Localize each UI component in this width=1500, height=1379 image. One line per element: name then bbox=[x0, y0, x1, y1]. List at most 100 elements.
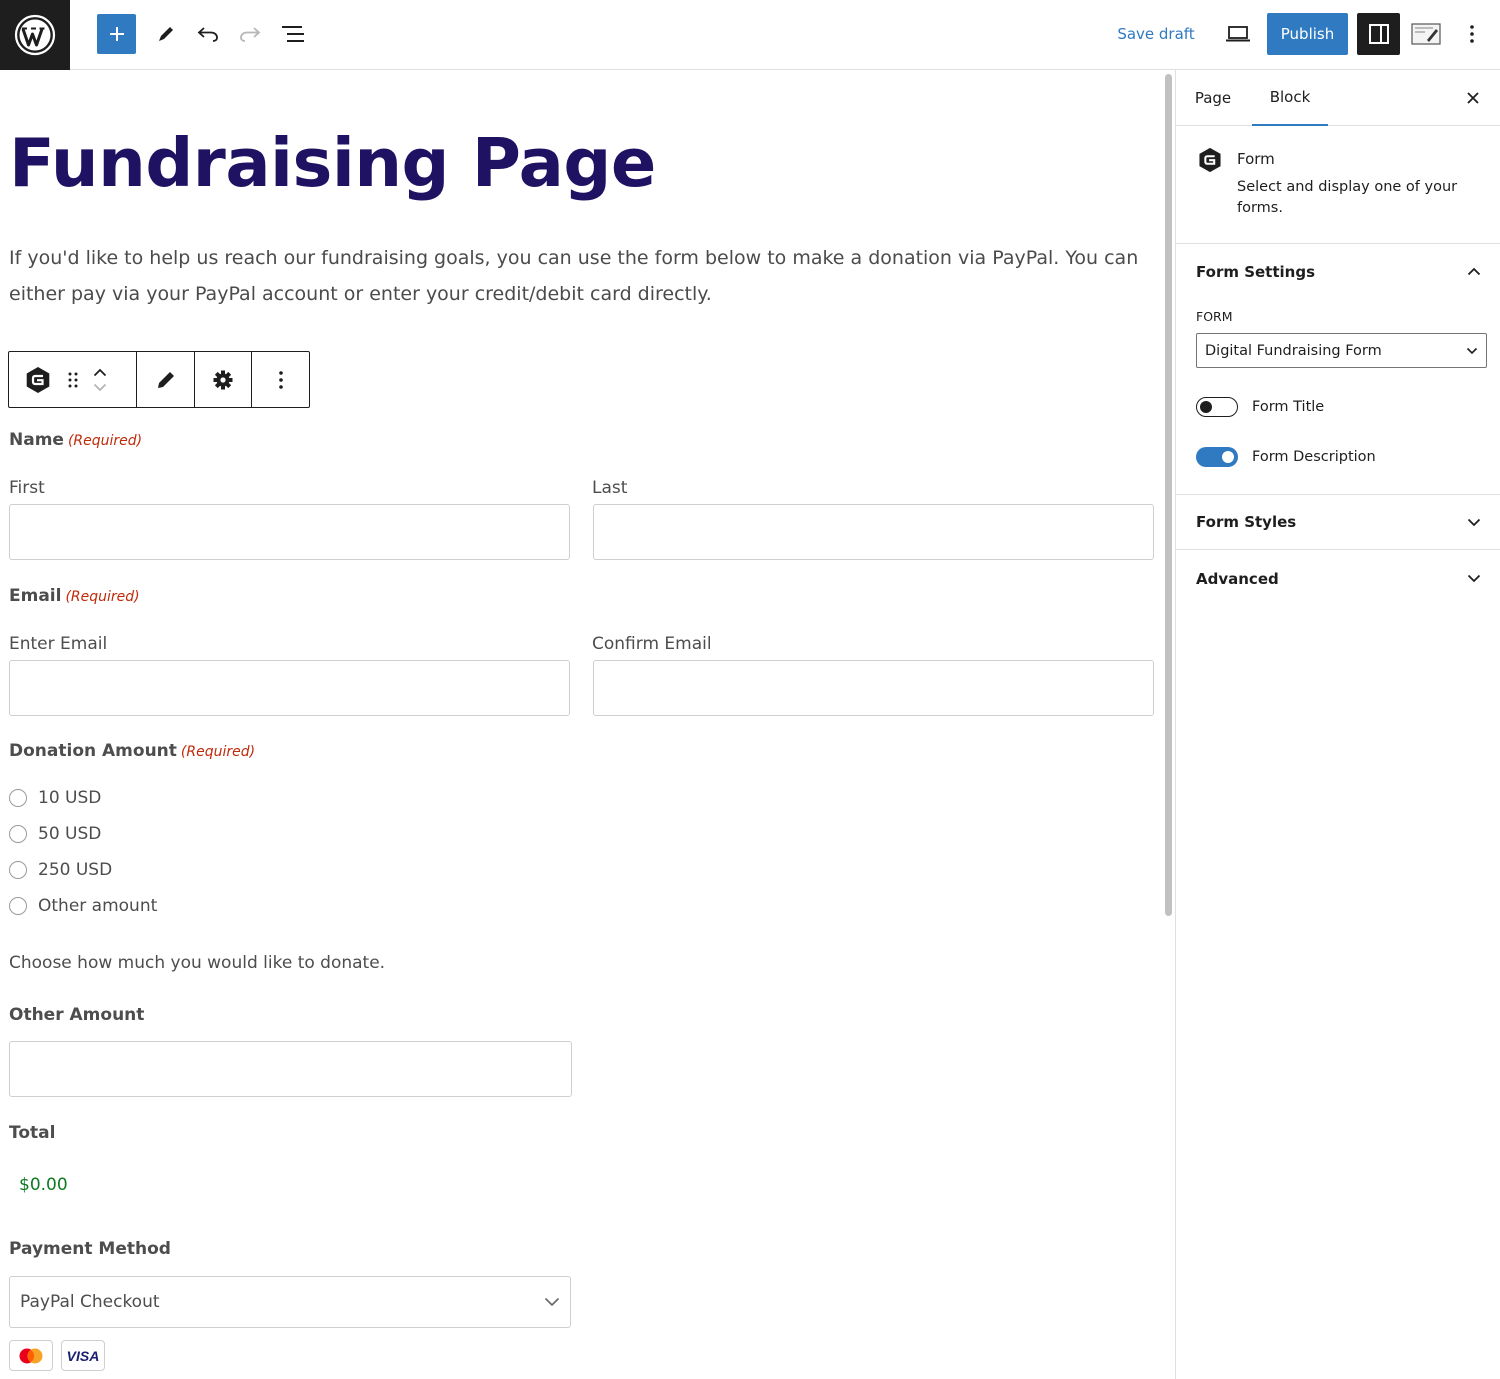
move-controls bbox=[93, 368, 107, 392]
payment-method-select[interactable]: PayPal Checkout bbox=[9, 1276, 571, 1328]
tools-button[interactable] bbox=[150, 14, 182, 54]
chevron-down-icon bbox=[1467, 518, 1481, 526]
laptop-icon bbox=[1226, 26, 1250, 42]
plus-icon bbox=[109, 27, 124, 41]
form-settings-toggle[interactable]: Form Settings bbox=[1176, 244, 1500, 299]
radio-button[interactable] bbox=[9, 861, 27, 879]
more-vertical-icon bbox=[278, 370, 283, 389]
required-indicator: (Required) bbox=[67, 433, 143, 449]
add-block-button[interactable] bbox=[97, 14, 136, 54]
visa-text: VISA bbox=[66, 1347, 100, 1364]
email-field-label: Email (Required) bbox=[9, 586, 140, 606]
radio-label: 250 USD bbox=[38, 860, 113, 880]
pencil-icon bbox=[157, 371, 174, 388]
donation-option-50[interactable]: 50 USD bbox=[9, 822, 101, 846]
block-toolbar bbox=[8, 351, 310, 408]
total-label: Total bbox=[9, 1123, 56, 1143]
radio-button[interactable] bbox=[9, 789, 27, 807]
advanced-panel-toggle[interactable]: Advanced bbox=[1176, 551, 1500, 606]
form-select-value: Digital Fundraising Form bbox=[1205, 342, 1382, 359]
block-controls bbox=[9, 352, 137, 407]
document-overview-button[interactable] bbox=[276, 14, 310, 54]
radio-button[interactable] bbox=[9, 825, 27, 843]
last-name-input[interactable] bbox=[593, 504, 1154, 560]
confirm-email-input[interactable] bbox=[593, 660, 1154, 716]
wordpress-logo-icon[interactable] bbox=[0, 0, 70, 70]
editor-top-bar: Save draft Publish bbox=[0, 0, 1500, 70]
required-indicator: (Required) bbox=[65, 589, 140, 605]
chevron-down-icon bbox=[544, 1297, 560, 1307]
move-down-icon[interactable] bbox=[93, 383, 107, 392]
settings-sidebar: Page Block Form Select and display one o… bbox=[1175, 70, 1500, 1379]
toggle-label: Form Description bbox=[1252, 449, 1376, 465]
form-description-toggle[interactable] bbox=[1196, 447, 1238, 467]
radio-button[interactable] bbox=[9, 897, 27, 915]
close-sidebar-button[interactable] bbox=[1460, 70, 1486, 126]
block-title: Form bbox=[1237, 150, 1275, 168]
donation-option-other[interactable]: Other amount bbox=[9, 894, 157, 918]
email-input[interactable] bbox=[9, 660, 570, 716]
publish-button[interactable]: Publish bbox=[1267, 13, 1348, 55]
other-amount-input[interactable] bbox=[9, 1041, 572, 1097]
form-description-toggle-row[interactable]: Form Description bbox=[1196, 446, 1376, 468]
scrollbar-thumb[interactable] bbox=[1165, 74, 1172, 916]
block-options-button[interactable] bbox=[252, 352, 309, 407]
visa-logo-icon: VISA bbox=[61, 1340, 105, 1371]
panel-title: Form Settings bbox=[1196, 262, 1315, 281]
first-name-input[interactable] bbox=[9, 504, 570, 560]
gear-icon bbox=[213, 370, 233, 389]
enter-email-label: Enter Email bbox=[9, 634, 108, 654]
drag-handle-icon[interactable] bbox=[67, 371, 79, 389]
plugin-panel-button[interactable] bbox=[1408, 14, 1444, 54]
list-view-icon bbox=[282, 26, 304, 42]
canvas-scrollbar[interactable] bbox=[1162, 70, 1175, 1379]
toggle-label: Form Title bbox=[1252, 399, 1325, 415]
mastercard-logo-icon bbox=[9, 1340, 53, 1371]
payment-method-value: PayPal Checkout bbox=[20, 1292, 160, 1312]
tab-page[interactable]: Page bbox=[1182, 70, 1244, 126]
name-field-label: Name (Required) bbox=[9, 430, 142, 450]
radio-label: 10 USD bbox=[38, 788, 102, 808]
settings-sidebar-toggle[interactable] bbox=[1357, 13, 1400, 55]
save-draft-button[interactable]: Save draft bbox=[1110, 14, 1202, 54]
first-name-label: First bbox=[9, 478, 45, 498]
form-select-caption: FORM bbox=[1196, 309, 1233, 324]
notepad-icon bbox=[1411, 23, 1441, 45]
total-value: $0.00 bbox=[19, 1175, 68, 1195]
gravity-forms-icon bbox=[1199, 147, 1221, 173]
preview-button[interactable] bbox=[1220, 14, 1256, 54]
redo-icon bbox=[240, 27, 261, 42]
form-title-toggle-row[interactable]: Form Title bbox=[1196, 396, 1324, 418]
form-settings-panel: Form Settings FORM Digital Fundraising F… bbox=[1176, 244, 1500, 495]
move-up-icon[interactable] bbox=[93, 368, 107, 377]
tab-block[interactable]: Block bbox=[1252, 70, 1328, 126]
form-select[interactable]: Digital Fundraising Form bbox=[1196, 333, 1487, 368]
donation-amount-label: Donation Amount (Required) bbox=[9, 741, 255, 761]
options-menu-button[interactable] bbox=[1458, 14, 1486, 54]
form-title-toggle[interactable] bbox=[1196, 397, 1238, 417]
chevron-down-icon bbox=[1467, 574, 1481, 583]
form-settings-button[interactable] bbox=[195, 352, 252, 407]
email-label-text: Email bbox=[9, 586, 62, 606]
confirm-email-label: Confirm Email bbox=[592, 634, 712, 654]
intro-paragraph[interactable]: If you'd like to help us reach our fundr… bbox=[9, 240, 1139, 312]
other-amount-label: Other Amount bbox=[9, 1005, 145, 1025]
more-vertical-icon bbox=[1470, 25, 1474, 43]
editor-canvas: Fundraising Page If you'd like to help u… bbox=[0, 70, 1162, 1379]
undo-button[interactable] bbox=[192, 14, 224, 54]
radio-label: 50 USD bbox=[38, 824, 102, 844]
chevron-down-icon bbox=[1466, 347, 1478, 354]
form-styles-panel-toggle[interactable]: Form Styles bbox=[1176, 495, 1500, 550]
gravity-forms-icon[interactable] bbox=[23, 365, 53, 395]
donation-option-250[interactable]: 250 USD bbox=[9, 858, 112, 882]
edit-form-button[interactable] bbox=[137, 352, 195, 407]
donation-label-text: Donation Amount bbox=[9, 741, 177, 761]
pencil-icon bbox=[159, 27, 173, 41]
name-label-text: Name bbox=[9, 430, 64, 450]
radio-label: Other amount bbox=[38, 896, 158, 916]
donation-option-10[interactable]: 10 USD bbox=[9, 786, 101, 810]
block-card: Form Select and display one of your form… bbox=[1176, 126, 1500, 244]
block-description: Select and display one of your forms. bbox=[1237, 179, 1458, 216]
redo-button[interactable] bbox=[234, 14, 266, 54]
page-title[interactable]: Fundraising Page bbox=[9, 124, 656, 202]
